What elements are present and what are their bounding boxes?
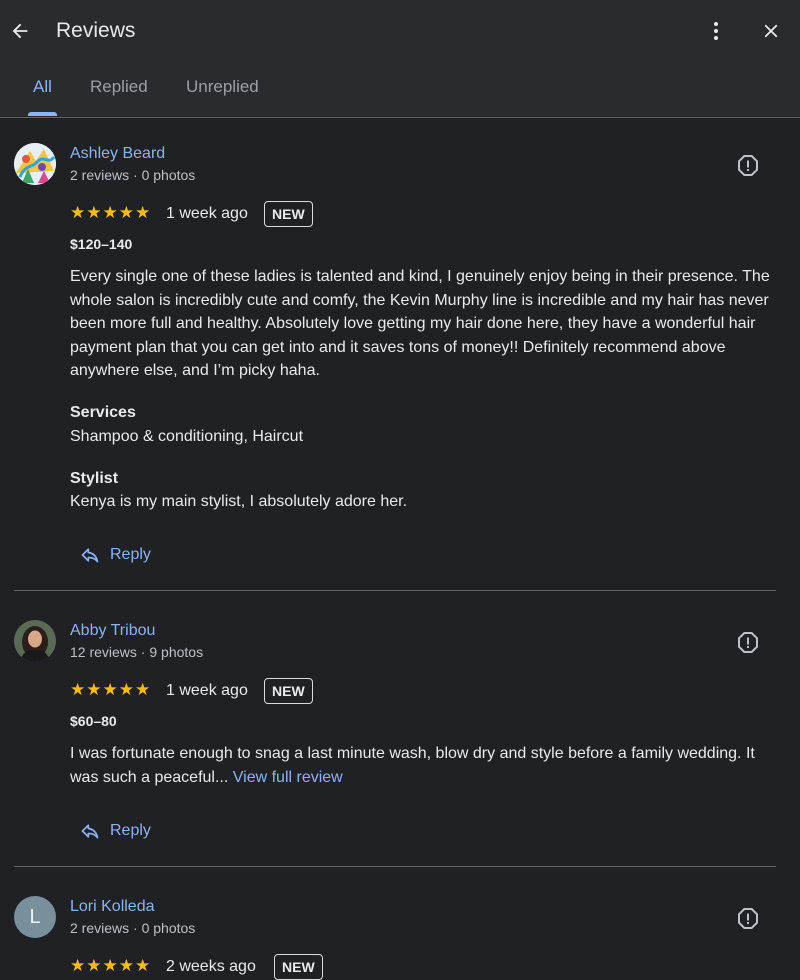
view-full-review-link[interactable]: View full review	[233, 769, 343, 786]
star-rating: ★★★★★	[70, 956, 152, 975]
stylist-value: Kenya is my main stylist, I absolutely a…	[70, 493, 408, 510]
more-vertical-icon	[714, 22, 718, 40]
close-button[interactable]	[757, 17, 785, 45]
review-author-meta: 2 reviews · 0 photos	[70, 167, 196, 183]
report-review-button[interactable]	[736, 907, 760, 931]
avatar[interactable]: L	[14, 896, 56, 938]
report-review-button[interactable]	[736, 154, 760, 178]
active-tab-indicator	[28, 112, 57, 116]
services-value: Shampoo & conditioning, Haircut	[70, 428, 304, 445]
review-author-meta: 2 reviews · 0 photos	[70, 920, 196, 936]
arrow-left-icon	[12, 23, 28, 39]
avatar-photo	[14, 620, 56, 662]
new-badge: NEW	[264, 201, 313, 227]
star-rating: ★★★★★	[70, 680, 152, 699]
report-icon	[738, 632, 758, 653]
report-review-button[interactable]	[736, 631, 760, 655]
review-text: Every single one of these ladies is tale…	[70, 268, 770, 379]
review-date: 1 week ago	[166, 682, 248, 699]
services-label: Services	[70, 404, 136, 421]
review-author-name[interactable]: Abby Tribou	[70, 622, 155, 640]
reply-label: Reply	[110, 546, 151, 563]
review-author-meta: 12 reviews · 9 photos	[70, 644, 204, 660]
review-date: 1 week ago	[166, 205, 248, 222]
review-author-name[interactable]: Ashley Beard	[70, 145, 165, 163]
stylist-label: Stylist	[70, 470, 119, 487]
reply-button[interactable]: Reply	[80, 541, 151, 569]
reply-icon	[81, 824, 99, 839]
review-author-name[interactable]: Lori Kolleda	[70, 898, 155, 916]
price-range: $60–80	[70, 713, 117, 729]
more-options-button[interactable]	[702, 17, 730, 45]
reply-icon	[81, 548, 99, 563]
report-icon	[738, 908, 758, 929]
avatar[interactable]	[14, 620, 56, 662]
reply-button[interactable]: Reply	[80, 817, 151, 845]
top-app-bar: Reviews All Replied Unreplied	[0, 0, 800, 118]
divider	[14, 590, 776, 591]
new-badge: NEW	[264, 678, 313, 704]
avatar[interactable]	[14, 143, 56, 185]
close-icon	[764, 24, 778, 38]
back-button[interactable]	[6, 17, 34, 45]
report-icon	[738, 155, 758, 176]
new-badge: NEW	[274, 954, 323, 980]
reply-label: Reply	[110, 822, 151, 839]
tab-unreplied[interactable]: Unreplied	[186, 77, 259, 97]
review-text: I was fortunate enough to snag a last mi…	[70, 742, 770, 789]
star-rating: ★★★★★	[70, 203, 152, 222]
tab-all[interactable]: All	[33, 77, 52, 97]
divider	[14, 866, 776, 867]
avatar-illustration	[14, 143, 56, 185]
tab-replied[interactable]: Replied	[90, 77, 148, 97]
price-range: $120–140	[70, 236, 133, 252]
page-title: Reviews	[56, 19, 136, 42]
review-text-content: I was fortunate enough to snag a last mi…	[70, 745, 755, 786]
review-date: 2 weeks ago	[166, 958, 256, 975]
